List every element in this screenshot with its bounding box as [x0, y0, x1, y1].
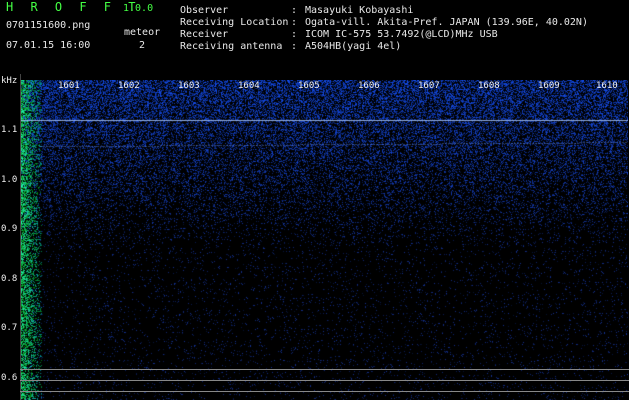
x-tick-label: 1604: [238, 81, 260, 91]
receiver-value: ICOM IC-575 53.7492(@LCD)MHz USB: [305, 29, 498, 40]
x-tick-label: 1605: [298, 81, 320, 91]
reference-line-upper: [20, 369, 629, 370]
x-tick-label: 1610: [596, 81, 618, 91]
x-tick-label: 1608: [478, 81, 500, 91]
antenna-key: Receiving antenna: [180, 41, 283, 52]
meteor-label: meteor: [124, 27, 161, 38]
location-sep: :: [291, 17, 298, 28]
reference-line-lower: [20, 391, 629, 392]
x-tick-label: 1601: [58, 81, 80, 91]
app-version: 1.0.0: [123, 3, 154, 14]
observer-sep: :: [291, 5, 298, 16]
y-tick-label: 0.8: [1, 274, 18, 284]
meteor-count: 2: [139, 40, 146, 51]
location-key: Receiving Location: [180, 17, 289, 28]
x-tick-label: 1609: [538, 81, 560, 91]
y-tick-label: 1.0: [1, 175, 18, 185]
observer-value: Masayuki Kobayashi: [305, 5, 414, 16]
spectrogram-canvas: [20, 80, 628, 400]
spectrogram-plot: [20, 80, 628, 400]
y-axis-line: [20, 74, 21, 400]
app-title: H R O F F T: [6, 0, 141, 14]
datetime-label: 07.01.15 16:00: [6, 40, 91, 51]
y-tick-label: 1.1: [1, 125, 18, 135]
receiver-sep: :: [291, 29, 298, 40]
observer-key: Observer: [180, 5, 229, 16]
y-axis-unit: kHz: [1, 76, 18, 86]
antenna-value: A504HB(yagi 4el): [305, 41, 402, 52]
x-tick-label: 1606: [358, 81, 380, 91]
y-tick-label: 0.9: [1, 224, 18, 234]
y-tick-label: 0.7: [1, 323, 18, 333]
receiver-key: Receiver: [180, 29, 229, 40]
header-panel: H R O F F T 1.0.0 0701151600.png 07.01.1…: [0, 0, 629, 74]
x-tick-label: 1602: [118, 81, 140, 91]
x-tick-label: 1603: [178, 81, 200, 91]
location-value: Ogata-vill. Akita-Pref. JAPAN (139.96E, …: [305, 17, 588, 28]
antenna-sep: :: [291, 41, 298, 52]
reference-line-mid: [20, 380, 629, 381]
filename-label: 0701151600.png: [6, 20, 91, 31]
y-tick-label: 0.6: [1, 373, 18, 383]
x-tick-label: 1607: [418, 81, 440, 91]
